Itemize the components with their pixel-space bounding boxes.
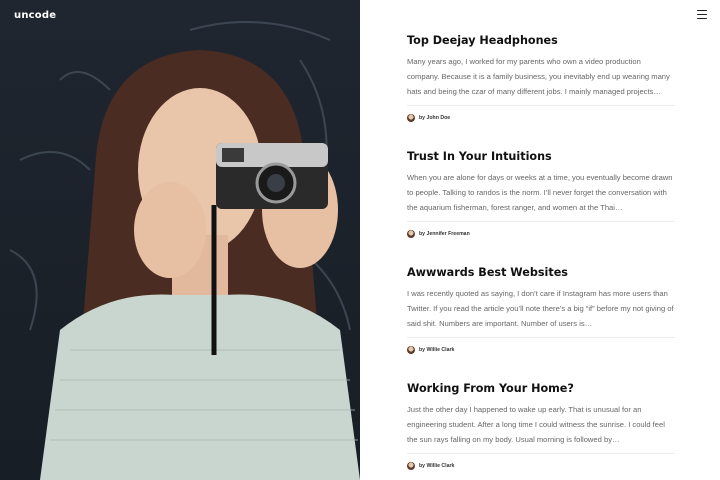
author-name[interactable]: by Jennifer Freeman: [419, 231, 470, 237]
author-avatar: [407, 114, 415, 122]
post-excerpt: When you are alone for days or weeks at …: [407, 173, 673, 212]
post-excerpt: Just the other day I happened to wake up…: [407, 405, 665, 444]
author-name[interactable]: by Willie Clark: [419, 463, 454, 469]
post-card: Awwwards Best Websites I was recently qu…: [407, 266, 675, 354]
author-avatar: [407, 346, 415, 354]
post-card: Trust In Your Intuitions When you are al…: [407, 150, 675, 238]
post-excerpt: I was recently quoted as saying, I don’t…: [407, 289, 674, 328]
divider: [407, 453, 675, 454]
post-author: by John Doe: [407, 114, 675, 122]
brand-logo[interactable]: uncode: [14, 10, 56, 21]
post-author: by Willie Clark: [407, 462, 675, 470]
author-name[interactable]: by Willie Clark: [419, 347, 454, 353]
hamburger-menu-icon[interactable]: [697, 10, 707, 19]
author-avatar: [407, 230, 415, 238]
blog-list: Top Deejay Headphones Many years ago, I …: [360, 0, 720, 480]
post-card: Working From Your Home? Just the other d…: [407, 382, 675, 470]
post-title[interactable]: Awwwards Best Websites: [407, 266, 675, 280]
post-author: by Willie Clark: [407, 346, 675, 354]
post-title[interactable]: Working From Your Home?: [407, 382, 675, 396]
post-title[interactable]: Top Deejay Headphones: [407, 34, 675, 48]
post-excerpt: Many years ago, I worked for my parents …: [407, 57, 670, 96]
post-title[interactable]: Trust In Your Intuitions: [407, 150, 675, 164]
divider: [407, 105, 675, 106]
hero-image-panel: uncode: [0, 0, 360, 480]
divider: [407, 337, 675, 338]
post-author: by Jennifer Freeman: [407, 230, 675, 238]
author-name[interactable]: by John Doe: [419, 115, 450, 121]
hero-illustration: [9, 21, 360, 480]
author-avatar: [407, 462, 415, 470]
post-card: Top Deejay Headphones Many years ago, I …: [407, 34, 675, 122]
divider: [407, 221, 675, 222]
